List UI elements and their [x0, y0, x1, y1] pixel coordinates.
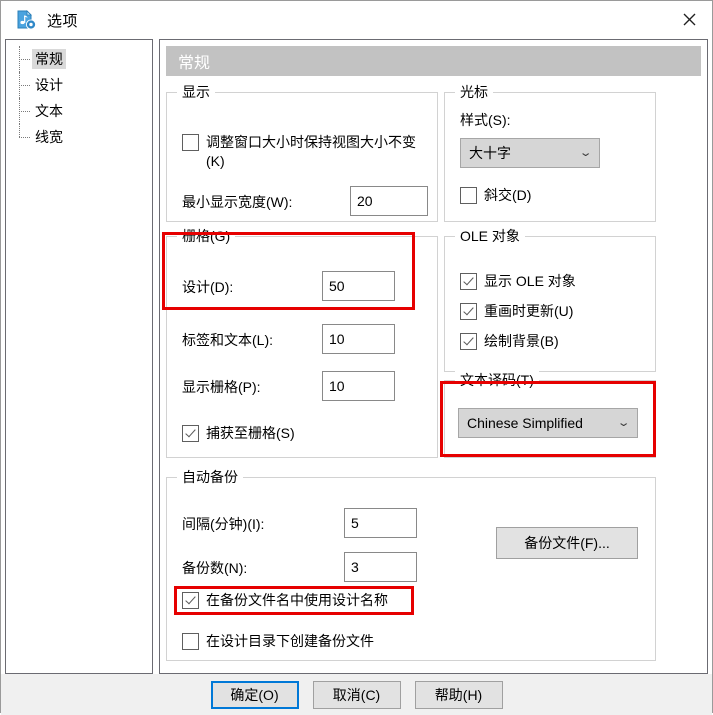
grid-label-text-input[interactable]: 10 — [322, 324, 395, 354]
group-text-encoding-title: 文本译码(T) — [455, 371, 539, 389]
help-button[interactable]: 帮助(H) — [414, 681, 503, 709]
create-in-design-dir-label: 在设计目录下创建备份文件 — [206, 633, 374, 649]
display-grid-label: 显示栅格(P): — [182, 379, 261, 395]
min-display-width-input[interactable]: 20 — [350, 186, 428, 216]
display-grid-row: 显示栅格(P): — [182, 377, 261, 397]
backup-interval-row: 间隔(分钟)(I): — [182, 514, 264, 534]
sidebar-item-general[interactable]: 常规 — [6, 46, 152, 72]
chevron-down-icon: ⌄ — [578, 146, 593, 159]
options-document-icon — [15, 9, 37, 31]
sidebar-item-design[interactable]: 设计 — [6, 72, 152, 98]
backup-count-row: 备份数(N): — [182, 558, 247, 578]
group-ole-title: OLE 对象 — [455, 227, 525, 245]
checkbox-box-icon — [460, 273, 477, 290]
chevron-down-icon: ⌄ — [616, 416, 631, 429]
close-button[interactable] — [666, 1, 712, 38]
min-display-width-label: 最小显示宽度(W): — [182, 194, 293, 210]
update-on-redraw-label: 重画时更新(U) — [484, 303, 574, 319]
grid-design-input[interactable]: 50 — [322, 271, 395, 301]
sidebar-item-label: 常规 — [32, 49, 66, 69]
show-ole-label: 显示 OLE 对象 — [484, 273, 576, 289]
checkbox-box-icon — [460, 187, 477, 204]
checkbox-box-icon — [182, 425, 199, 442]
use-design-name-checkbox[interactable]: 在备份文件名中使用设计名称 — [182, 591, 388, 610]
cursor-style-select[interactable]: 大十字 ⌄ — [460, 138, 600, 168]
draw-background-checkbox[interactable]: 绘制背景(B) — [460, 332, 559, 351]
sidebar-item-linewidth[interactable]: 线宽 — [6, 124, 152, 150]
display-grid-input[interactable]: 10 — [322, 371, 395, 401]
oblique-label: 斜交(D) — [484, 187, 532, 203]
group-grid-title: 栅格(G) — [177, 227, 236, 245]
title-bar: 选项 — [1, 1, 712, 39]
create-in-design-dir-checkbox[interactable]: 在设计目录下创建备份文件 — [182, 632, 374, 651]
cursor-style-label-row: 样式(S): — [460, 110, 511, 130]
settings-panel: 常规 显示 调整窗口大小时保持视图大小不变(K) 最小显示宽度(W): 20 光… — [159, 39, 708, 674]
keep-view-size-label: 调整窗口大小时保持视图大小不变(K) — [206, 134, 416, 169]
snap-to-grid-label: 捕获至栅格(S) — [206, 425, 295, 441]
window-title: 选项 — [47, 12, 79, 30]
text-encoding-value: Chinese Simplified — [467, 415, 583, 431]
group-auto-backup-title: 自动备份 — [177, 468, 243, 486]
checkbox-box-icon — [182, 592, 199, 609]
backup-files-button[interactable]: 备份文件(F)... — [496, 527, 638, 559]
backup-interval-input[interactable]: 5 — [344, 508, 417, 538]
snap-to-grid-checkbox[interactable]: 捕获至栅格(S) — [182, 424, 295, 443]
close-icon — [683, 13, 695, 26]
checkbox-box-icon — [182, 134, 199, 151]
tree-connector-icon — [14, 46, 32, 72]
checkbox-box-icon — [460, 303, 477, 320]
checkbox-box-icon — [182, 633, 199, 650]
min-display-width-row: 最小显示宽度(W): — [182, 192, 292, 212]
update-on-redraw-checkbox[interactable]: 重画时更新(U) — [460, 302, 573, 321]
cursor-style-value: 大十字 — [469, 145, 511, 161]
ok-button[interactable]: 确定(O) — [210, 681, 299, 709]
keep-view-size-checkbox[interactable]: 调整窗口大小时保持视图大小不变(K) — [182, 133, 430, 171]
backup-count-label: 备份数(N): — [182, 560, 248, 576]
sidebar-item-label: 线宽 — [35, 129, 63, 145]
text-encoding-select[interactable]: Chinese Simplified ⌄ — [458, 408, 638, 438]
tree-connector-icon — [14, 124, 32, 150]
dialog-body: 常规 设计 文本 线宽 常规 显示 调整窗口大小时保持视图大小不变(K) 最小显… — [1, 39, 712, 674]
grid-label-text-label: 标签和文本(L): — [182, 332, 273, 348]
tree-connector-icon — [14, 98, 32, 124]
dialog-footer: 确定(O) 取消(C) 帮助(H) — [1, 674, 712, 715]
options-dialog: 选项 常规 设计 文本 线宽 常规 显示 调整窗口大小时保持视图大小不变(K) … — [0, 0, 713, 715]
checkbox-box-icon — [460, 333, 477, 350]
sidebar-item-label: 设计 — [35, 77, 63, 93]
tree-connector-icon — [14, 72, 32, 98]
group-display-title: 显示 — [177, 83, 215, 101]
panel-header-title: 常规 — [166, 46, 701, 76]
cancel-button[interactable]: 取消(C) — [312, 681, 401, 709]
grid-label-text-row: 标签和文本(L): — [182, 330, 273, 350]
group-cursor-title: 光标 — [455, 83, 493, 101]
backup-count-input[interactable]: 3 — [344, 552, 417, 582]
sidebar-item-label: 文本 — [35, 103, 63, 119]
use-design-name-label: 在备份文件名中使用设计名称 — [206, 592, 388, 608]
title-bar-left: 选项 — [1, 9, 78, 31]
sidebar-item-text[interactable]: 文本 — [6, 98, 152, 124]
grid-design-label: 设计(D): — [182, 279, 234, 295]
oblique-checkbox[interactable]: 斜交(D) — [460, 186, 531, 205]
draw-background-label: 绘制背景(B) — [484, 333, 559, 349]
backup-interval-label: 间隔(分钟)(I): — [182, 516, 265, 532]
show-ole-checkbox[interactable]: 显示 OLE 对象 — [460, 272, 576, 291]
grid-design-row: 设计(D): — [182, 277, 233, 297]
category-tree[interactable]: 常规 设计 文本 线宽 — [5, 39, 153, 674]
cursor-style-label: 样式(S): — [460, 112, 511, 128]
